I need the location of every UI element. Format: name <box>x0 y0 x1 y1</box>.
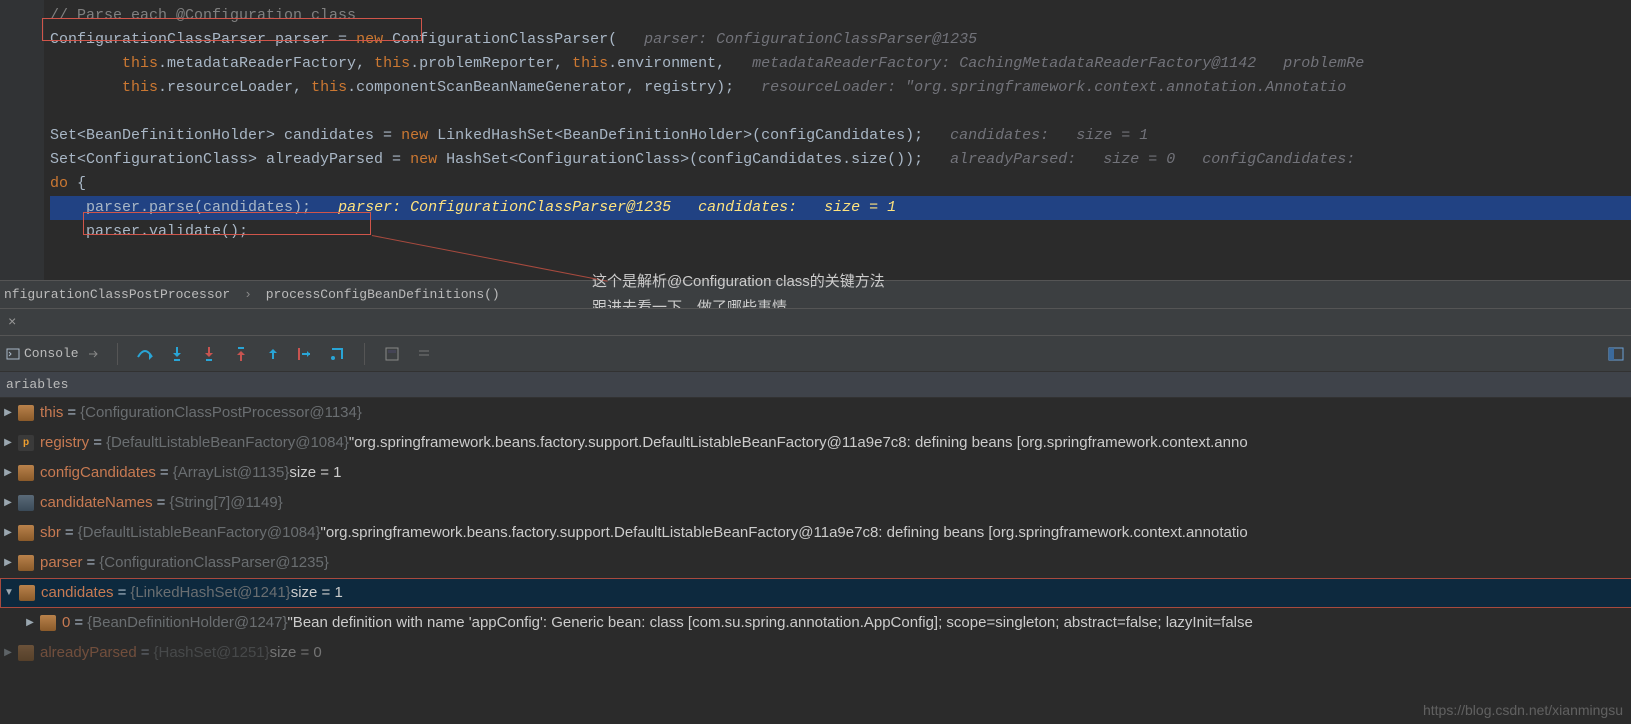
step-over-icon[interactable] <box>136 345 154 363</box>
debugger-tab-row: × <box>0 308 1631 336</box>
variable-value: "Bean definition with name 'appConfig': … <box>287 608 1252 638</box>
trace-current-icon[interactable] <box>415 345 433 363</box>
variable-type: {String[7]@1149} <box>169 488 282 518</box>
expand-arrow-icon[interactable]: ▶ <box>0 518 16 548</box>
variables-tree[interactable]: ▶this = {ConfigurationClassPostProcessor… <box>0 398 1631 668</box>
variable-row[interactable]: ▶parser = {ConfigurationClassParser@1235… <box>0 548 1631 578</box>
expand-arrow-icon[interactable]: ▶ <box>0 398 16 428</box>
code-line[interactable]: parser.validate(); <box>50 220 1631 244</box>
code-line[interactable]: parser.parse(candidates); parser: Config… <box>50 196 1631 220</box>
variable-type: {ConfigurationClassParser@1235} <box>99 548 329 578</box>
code-line[interactable]: do { <box>50 172 1631 196</box>
variable-name: candidates <box>41 578 114 608</box>
variable-type-icon <box>18 465 34 481</box>
toolbar-separator <box>364 343 365 365</box>
variable-row[interactable]: ▶configCandidates = {ArrayList@1135} siz… <box>0 458 1631 488</box>
code-line[interactable]: this.metadataReaderFactory, this.problem… <box>50 52 1631 76</box>
console-label[interactable]: Console <box>24 346 79 361</box>
drop-frame-icon[interactable] <box>264 345 282 363</box>
variable-type-icon <box>19 585 35 601</box>
variable-value: size = 0 <box>270 638 322 668</box>
variable-row[interactable]: ▼candidates = {LinkedHashSet@1241} size … <box>0 578 1631 608</box>
step-into-icon[interactable] <box>168 345 186 363</box>
variable-name: configCandidates <box>40 458 156 488</box>
code-line[interactable]: Set<ConfigurationClass> alreadyParsed = … <box>50 148 1631 172</box>
expand-arrow-icon[interactable]: ▶ <box>0 458 16 488</box>
debug-toolbar: Console <box>0 336 1631 372</box>
variable-type-icon <box>18 495 34 511</box>
annotation-text-1: 这个是解析@Configuration class的关键方法 <box>592 270 885 291</box>
variable-value: size = 1 <box>289 458 341 488</box>
console-icon <box>6 347 20 361</box>
code-line[interactable]: ConfigurationClassParser parser = new Co… <box>50 28 1631 52</box>
expand-arrow-icon[interactable]: ▶ <box>22 608 38 638</box>
step-out-icon[interactable] <box>232 345 250 363</box>
variable-type-icon: p <box>18 435 34 451</box>
variable-name: candidateNames <box>40 488 153 518</box>
variable-row[interactable]: ▶alreadyParsed = {HashSet@1251} size = 0 <box>0 638 1631 668</box>
variable-row[interactable]: ▶candidateNames = {String[7]@1149} <box>0 488 1631 518</box>
evaluate-expression-icon[interactable] <box>328 345 346 363</box>
variable-type: {BeanDefinitionHolder@1247} <box>87 608 287 638</box>
variable-value: "org.springframework.beans.factory.suppo… <box>321 518 1248 548</box>
close-icon[interactable]: × <box>8 315 16 331</box>
variable-name: registry <box>40 428 89 458</box>
code-lines: // Parse each @Configuration classConfig… <box>0 0 1631 244</box>
variable-type-icon <box>40 615 56 631</box>
layout-icon[interactable] <box>1607 345 1625 363</box>
expand-arrow-icon[interactable]: ▶ <box>0 548 16 578</box>
variable-row[interactable]: ▶this = {ConfigurationClassPostProcessor… <box>0 398 1631 428</box>
force-step-into-icon[interactable] <box>200 345 218 363</box>
toolbar-separator <box>117 343 118 365</box>
calculator-icon[interactable] <box>383 345 401 363</box>
variable-type: {DefaultListableBeanFactory@1084} <box>106 428 349 458</box>
variable-value: size = 1 <box>291 578 343 608</box>
expand-arrow-icon[interactable]: ▶ <box>0 428 16 458</box>
variable-name: alreadyParsed <box>40 638 137 668</box>
variable-type-icon <box>18 405 34 421</box>
expand-arrow-icon[interactable]: ▶ <box>0 488 16 518</box>
variable-row[interactable]: ▶sbr = {DefaultListableBeanFactory@1084}… <box>0 518 1631 548</box>
variable-type: {ConfigurationClassPostProcessor@1134} <box>80 398 362 428</box>
code-line[interactable]: this.resourceLoader, this.componentScanB… <box>50 76 1631 100</box>
variable-name: sbr <box>40 518 61 548</box>
variable-type-icon <box>18 525 34 541</box>
variable-type: {ArrayList@1135} <box>173 458 290 488</box>
variable-value: "org.springframework.beans.factory.suppo… <box>349 428 1248 458</box>
run-to-cursor-icon[interactable] <box>296 345 314 363</box>
variable-type: {DefaultListableBeanFactory@1084} <box>78 518 321 548</box>
variable-row[interactable]: ▶0 = {BeanDefinitionHolder@1247} "Bean d… <box>0 608 1631 638</box>
console-pin-icon[interactable] <box>89 349 99 359</box>
variable-name: this <box>40 398 63 428</box>
gutter <box>0 0 44 280</box>
breadcrumb-method[interactable]: processConfigBeanDefinitions() <box>266 287 500 302</box>
watermark: https://blog.csdn.net/xianmingsu <box>1423 702 1623 718</box>
code-line[interactable]: // Parse each @Configuration class <box>50 4 1631 28</box>
expand-arrow-icon[interactable]: ▼ <box>1 578 17 608</box>
variable-type-icon <box>18 645 34 661</box>
breadcrumb-sep-icon: › <box>238 287 258 302</box>
code-line[interactable]: Set<BeanDefinitionHolder> candidates = n… <box>50 124 1631 148</box>
variable-type: {LinkedHashSet@1241} <box>130 578 290 608</box>
code-line[interactable] <box>50 100 1631 124</box>
expand-arrow-icon[interactable]: ▶ <box>0 638 16 668</box>
variable-type: {HashSet@1251} <box>154 638 270 668</box>
variable-name: parser <box>40 548 83 578</box>
variable-row[interactable]: ▶pregistry = {DefaultListableBeanFactory… <box>0 428 1631 458</box>
variables-panel-header: ariables <box>0 372 1631 398</box>
code-editor[interactable]: // Parse each @Configuration classConfig… <box>0 0 1631 280</box>
variable-type-icon <box>18 555 34 571</box>
variable-name: 0 <box>62 608 70 638</box>
breadcrumb-class[interactable]: nfigurationClassPostProcessor <box>4 287 230 302</box>
